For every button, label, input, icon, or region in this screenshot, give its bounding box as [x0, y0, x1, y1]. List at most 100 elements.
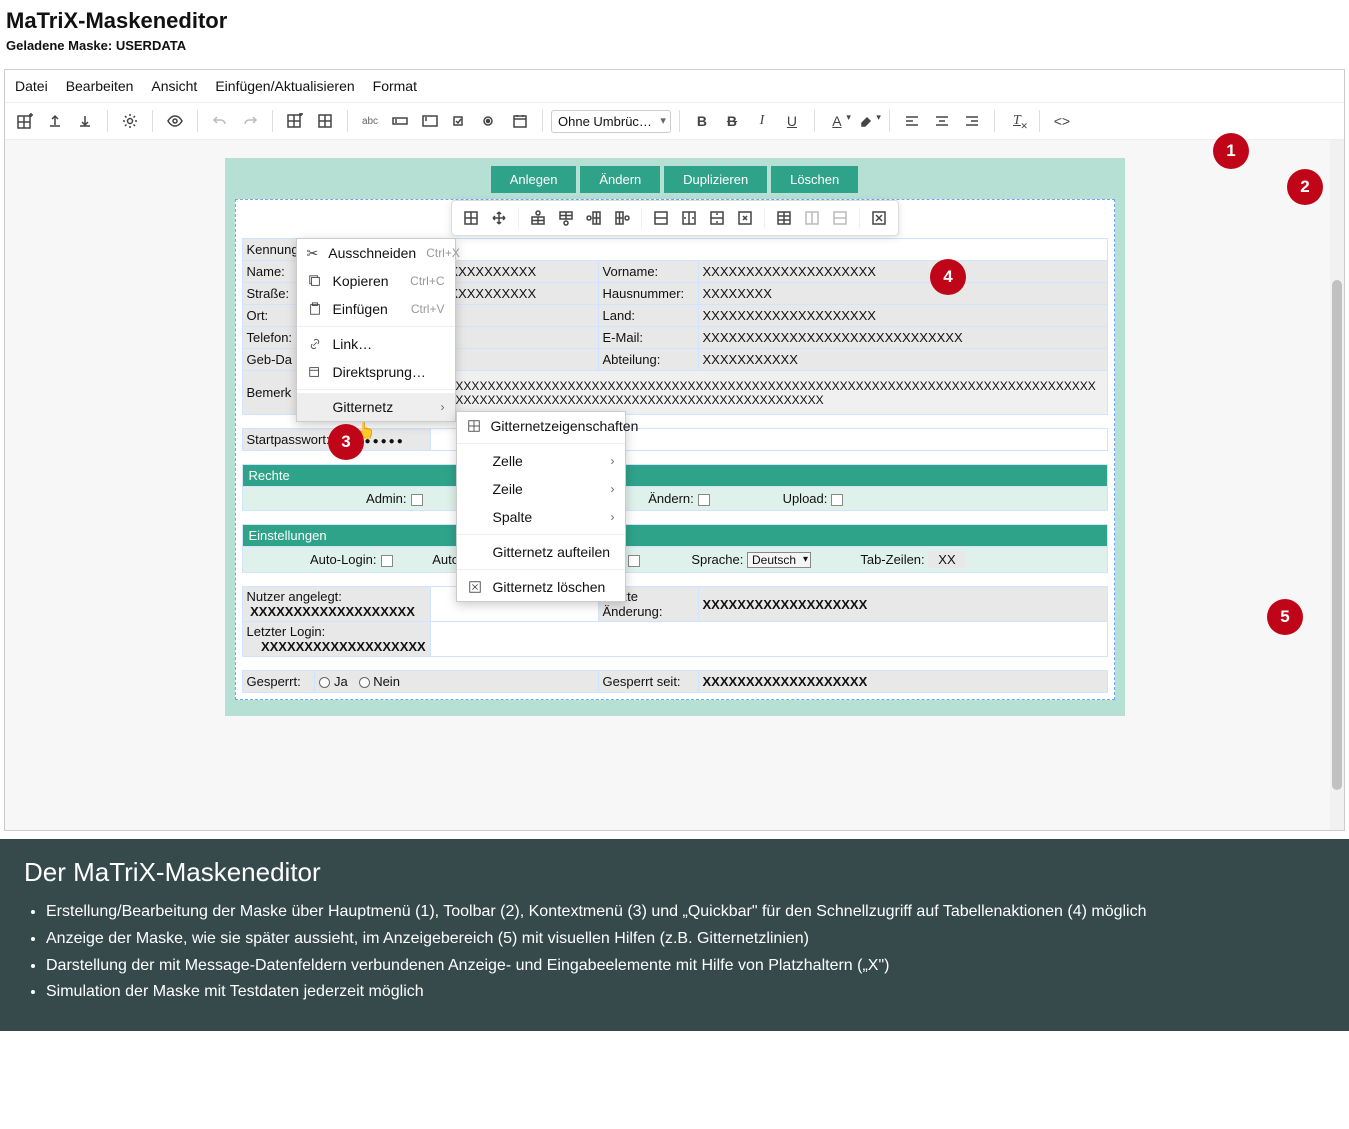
menu-datei[interactable]: Datei: [15, 78, 48, 94]
qb-grid3-icon[interactable]: [827, 205, 853, 231]
qb-table-icon[interactable]: [458, 205, 484, 231]
chevron-right-icon: ›: [441, 400, 445, 414]
cm-link[interactable]: Link…: [297, 330, 455, 358]
qb-row-after-icon[interactable]: [553, 205, 579, 231]
lbl-tabz: Tab-Zeilen:: [815, 552, 925, 567]
qb-row-before-icon[interactable]: [525, 205, 551, 231]
align-right-icon[interactable]: [958, 107, 986, 135]
page-title: MaTriX-Maskeneditor: [0, 0, 1349, 38]
sm-cell[interactable]: Zelle›: [457, 447, 625, 475]
lbl-gesperrt-seit: Gesperrt seit:: [598, 671, 698, 693]
chk-aendern[interactable]: [698, 494, 710, 506]
val-hausnr[interactable]: XXXXXXXX: [698, 283, 1107, 305]
val-land[interactable]: XXXXXXXXXXXXXXXXXXXX: [698, 305, 1107, 327]
input-icon[interactable]: [386, 107, 414, 135]
download-icon[interactable]: [71, 107, 99, 135]
italic-icon[interactable]: I: [748, 107, 776, 135]
scrollbar[interactable]: [1330, 140, 1344, 830]
btn-anlegen[interactable]: Anlegen: [491, 166, 577, 193]
val-tabz[interactable]: XX: [928, 551, 965, 568]
btn-aendern[interactable]: Ändern: [580, 166, 660, 193]
val-vorname[interactable]: XXXXXXXXXXXXXXXXXXXX: [698, 261, 1107, 283]
qb-split-h-icon[interactable]: [676, 205, 702, 231]
sm-props[interactable]: Gitternetzeigenschaften: [457, 412, 625, 440]
desc-b2: Anzeige der Maske, wie sie später aussie…: [46, 927, 1325, 952]
cm-grid[interactable]: Gitternetz›: [297, 393, 455, 421]
abc-icon[interactable]: abc: [356, 107, 384, 135]
qb-col-after-icon[interactable]: [609, 205, 635, 231]
quickbar: [451, 200, 899, 236]
lbl-autologin: Auto-Login:: [283, 552, 393, 567]
calendar-icon[interactable]: [506, 107, 534, 135]
checkbox-icon[interactable]: [446, 107, 474, 135]
code-icon[interactable]: <>: [1048, 107, 1076, 135]
canvas-area: Anlegen Ändern Duplizieren Löschen: [5, 140, 1344, 830]
chk-upload[interactable]: [831, 494, 843, 506]
btn-duplizieren[interactable]: Duplizieren: [664, 166, 767, 193]
sm-split[interactable]: Gitternetz aufteilen: [457, 538, 625, 566]
qb-split-v-icon[interactable]: [704, 205, 730, 231]
textarea-icon[interactable]: [416, 107, 444, 135]
qb-delete-table-icon[interactable]: [866, 205, 892, 231]
align-center-icon[interactable]: [928, 107, 956, 135]
sel-sprache[interactable]: Deutsch: [747, 552, 811, 568]
chk-admin[interactable]: [411, 494, 423, 506]
cm-copy[interactable]: KopierenCtrl+C: [297, 267, 455, 295]
menu-einfuegen[interactable]: Einfügen/Aktualisieren: [215, 78, 354, 94]
cm-cut[interactable]: ✂AusschneidenCtrl+X: [297, 239, 455, 267]
redo-icon[interactable]: [236, 107, 264, 135]
hdr-einst: Einstellungen: [242, 525, 1107, 547]
radio-ja[interactable]: [319, 677, 330, 688]
sm-col[interactable]: Spalte›: [457, 503, 625, 531]
menu-bearbeiten[interactable]: Bearbeiten: [66, 78, 134, 94]
qb-col-before-icon[interactable]: [581, 205, 607, 231]
table-icon[interactable]: [311, 107, 339, 135]
menu-ansicht[interactable]: Ansicht: [151, 78, 197, 94]
wrap-select[interactable]: Ohne Umbrüc…: [551, 110, 671, 133]
btn-loeschen[interactable]: Löschen: [771, 166, 858, 193]
cm-paste[interactable]: EinfügenCtrl+V: [297, 295, 455, 323]
radio-icon[interactable]: [476, 107, 504, 135]
qb-grid2-icon[interactable]: [799, 205, 825, 231]
description-panel: Der MaTriX-Maskeneditor Erstellung/Bearb…: [0, 839, 1349, 1031]
radio-nein[interactable]: [359, 677, 370, 688]
chk-newsletter[interactable]: [628, 555, 640, 567]
menubar: Datei Bearbeiten Ansicht Einfügen/Aktual…: [5, 70, 1344, 103]
menu-format[interactable]: Format: [373, 78, 417, 94]
clear-format-icon[interactable]: T✕: [1003, 107, 1031, 135]
underline-icon[interactable]: U: [778, 107, 806, 135]
grid-icon: [467, 418, 481, 434]
table-plus-icon[interactable]: [281, 107, 309, 135]
bold-icon[interactable]: B: [688, 107, 716, 135]
lbl-sprache: Sprache:: [643, 552, 743, 567]
lbl-abteilung: Abteilung:: [598, 349, 698, 371]
qb-merge-icon[interactable]: [648, 205, 674, 231]
val-email[interactable]: XXXXXXXXXXXXXXXXXXXXXXXXXXXXXX: [698, 327, 1107, 349]
lbl-angelegt: Nutzer angelegt: XXXXXXXXXXXXXXXXXXX: [242, 587, 430, 622]
qb-move-icon[interactable]: [486, 205, 512, 231]
lbl-upload: Upload:: [713, 491, 843, 506]
hdr-rechte: Rechte: [242, 465, 1107, 487]
gear-icon[interactable]: [116, 107, 144, 135]
preview-icon[interactable]: [161, 107, 189, 135]
strike-icon[interactable]: B: [718, 107, 746, 135]
undo-icon[interactable]: [206, 107, 234, 135]
qb-grid1-icon[interactable]: [771, 205, 797, 231]
lbl-lastlogin: Letzter Login: XXXXXXXXXXXXXXXXXXX: [242, 622, 430, 657]
qb-delete-cell-icon[interactable]: [732, 205, 758, 231]
upload-icon[interactable]: [41, 107, 69, 135]
align-left-icon[interactable]: [898, 107, 926, 135]
sm-delete[interactable]: Gitternetz löschen: [457, 573, 625, 601]
val-abteilung[interactable]: XXXXXXXXXXX: [698, 349, 1107, 371]
highlight-icon[interactable]: ▾: [853, 107, 881, 135]
sm-row[interactable]: Zeile›: [457, 475, 625, 503]
clipboard-icon: [307, 301, 323, 317]
lbl-email: E-Mail:: [598, 327, 698, 349]
editor-frame: Datei Bearbeiten Ansicht Einfügen/Aktual…: [4, 69, 1345, 831]
chk-autologin[interactable]: [381, 555, 393, 567]
cm-jump[interactable]: Direktsprung…: [297, 358, 455, 386]
lbl-vorname: Vorname:: [598, 261, 698, 283]
table-insert-icon[interactable]: [11, 107, 39, 135]
val-lastchg: XXXXXXXXXXXXXXXXXXX: [703, 597, 868, 612]
text-color-icon[interactable]: A▾: [823, 107, 851, 135]
